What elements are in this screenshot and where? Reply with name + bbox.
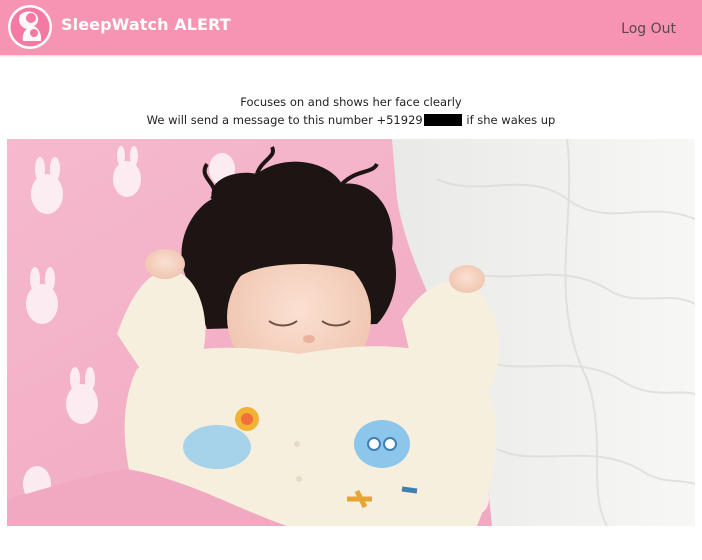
instruction-line-2: We will send a message to this number +5… — [0, 111, 702, 129]
instruction-prefix: We will send a message to this number — [146, 113, 373, 127]
mother-baby-logo-icon — [8, 5, 52, 49]
instructions: Focuses on and shows her face clearly We… — [0, 93, 702, 129]
top-navbar: SleepWatch ALERT Log Out — [0, 0, 702, 55]
phone-number: +51929 — [376, 113, 423, 127]
logout-button[interactable]: Log Out — [621, 21, 676, 37]
instruction-suffix: if she wakes up — [466, 113, 556, 127]
instruction-line-1: Focuses on and shows her face clearly — [240, 95, 462, 109]
app-title: SleepWatch ALERT — [61, 15, 231, 34]
redacted-phone-digits — [423, 114, 462, 126]
sleeping-baby-photo — [7, 139, 695, 526]
camera-feed-image — [7, 139, 695, 526]
